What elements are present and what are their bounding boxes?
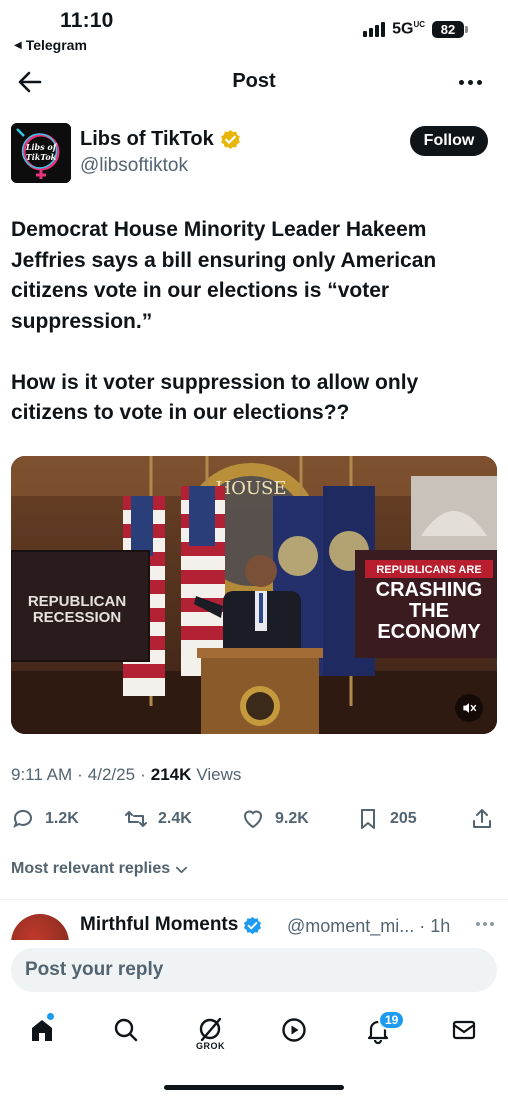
svg-text:REPUBLICANS ARE: REPUBLICANS ARE	[376, 564, 481, 576]
signal-icon	[363, 21, 386, 38]
reply-icon	[13, 809, 32, 828]
author-handle[interactable]: @libsoftiktok	[80, 155, 188, 177]
search-icon	[114, 1018, 138, 1042]
replies-sort-dropdown[interactable]: Most relevant replies	[11, 860, 189, 878]
reply-more-icon[interactable]	[476, 922, 494, 926]
bookmark-count: 205	[390, 810, 417, 827]
play-circle-icon	[282, 1018, 306, 1042]
bookmark-button[interactable]: 205	[356, 807, 417, 831]
repost-button[interactable]: 2.4K	[124, 807, 192, 831]
follow-button[interactable]: Follow	[410, 126, 488, 156]
heart-icon	[243, 810, 263, 829]
tab-search[interactable]	[108, 1012, 144, 1048]
more-options-icon[interactable]	[456, 68, 484, 96]
bottom-tab-bar: GROK 19	[0, 1006, 508, 1056]
post-actions: 1.2K 2.4K 9.2K 205	[0, 803, 508, 835]
view-count: 214K	[150, 765, 192, 784]
svg-text:ECONOMY: ECONOMY	[377, 621, 481, 643]
notifications-badge: 19	[378, 1010, 406, 1030]
back-to-app-link[interactable]: ◀ Telegram	[14, 37, 87, 53]
bookmark-icon	[361, 809, 375, 829]
seal-label: HOUSE	[215, 478, 286, 499]
reply-avatar[interactable]	[11, 914, 69, 940]
views-label: Views	[196, 765, 242, 784]
svg-text:CRASHING: CRASHING	[376, 579, 483, 601]
post-meta: 9:11 AM · 4/2/25 · 214K Views	[11, 765, 242, 784]
speaker-muted-icon[interactable]	[455, 694, 483, 722]
sign-right: REPUBLICANS ARE CRASHING THE ECONOMY	[355, 550, 497, 658]
reply-button[interactable]: 1.2K	[11, 807, 79, 831]
reply-count: 1.2K	[45, 810, 79, 827]
post-text: Democrat House Minority Leader Hakeem Je…	[11, 218, 437, 424]
tab-messages[interactable]	[446, 1012, 482, 1048]
author-name[interactable]: Libs of TikTok	[80, 128, 241, 151]
reply-author-name[interactable]: Mirthful Moments	[80, 914, 262, 936]
sign-left: REPUBLICAN RECESSION	[11, 550, 150, 662]
chevron-down-icon	[176, 866, 188, 873]
post-time: 9:11 AM	[11, 765, 73, 784]
tab-grok[interactable]: GROK	[192, 1012, 228, 1051]
verified-badge-icon	[244, 916, 262, 934]
home-notification-dot	[46, 1012, 55, 1021]
page-title: Post	[232, 70, 276, 92]
video-frame: HOUSE REPUBLICAN RECESSION REPUBLICANS A…	[11, 456, 497, 734]
battery-level: 82	[432, 20, 464, 38]
svg-text:THE: THE	[409, 600, 449, 622]
like-count: 9.2K	[275, 810, 309, 827]
replies-sort-label: Most relevant replies	[11, 860, 171, 877]
status-time: 11:10	[60, 9, 114, 32]
podium	[197, 648, 323, 734]
back-triangle-icon: ◀	[14, 39, 22, 51]
tab-video[interactable]	[276, 1012, 312, 1048]
post-date: 4/2/25	[87, 765, 136, 784]
author-avatar[interactable]: Libs of TikTok	[11, 123, 71, 183]
back-app-label: Telegram	[25, 37, 87, 53]
reply-input[interactable]: Post your reply	[11, 948, 497, 992]
divider	[0, 899, 508, 900]
repost-icon	[125, 811, 147, 827]
battery-icon: 82	[432, 20, 468, 38]
status-bar: 11:10 ◀ Telegram 5GUC 82	[0, 0, 508, 58]
post-header: Post	[0, 60, 508, 104]
share-button[interactable]	[470, 807, 494, 831]
reply-author-handle: @moment_mi... · 1h	[287, 916, 451, 936]
like-button[interactable]: 9.2K	[241, 807, 309, 831]
sign-left-line-1: REPUBLICAN	[28, 593, 126, 610]
status-indicators: 5GUC 82	[363, 20, 468, 38]
sign-left-line-2: RECESSION	[33, 609, 121, 626]
grok-icon	[199, 1017, 222, 1042]
post-video[interactable]: HOUSE REPUBLICAN RECESSION REPUBLICANS A…	[11, 456, 497, 734]
share-icon	[473, 809, 491, 828]
repost-count: 2.4K	[158, 810, 192, 827]
mail-icon	[452, 1020, 476, 1040]
tab-home[interactable]	[24, 1012, 60, 1048]
svg-text:Libs of: Libs of	[25, 142, 58, 152]
grok-label: GROK	[196, 1041, 225, 1051]
network-type: 5GUC	[392, 20, 425, 38]
verified-badge-icon	[220, 129, 240, 150]
reply-preview[interactable]: Mirthful Moments @moment_mi... · 1h	[0, 908, 508, 940]
tab-notifications[interactable]: 19	[360, 1010, 406, 1048]
home-indicator	[164, 1085, 344, 1090]
svg-text:TikTok: TikTok	[26, 152, 57, 162]
